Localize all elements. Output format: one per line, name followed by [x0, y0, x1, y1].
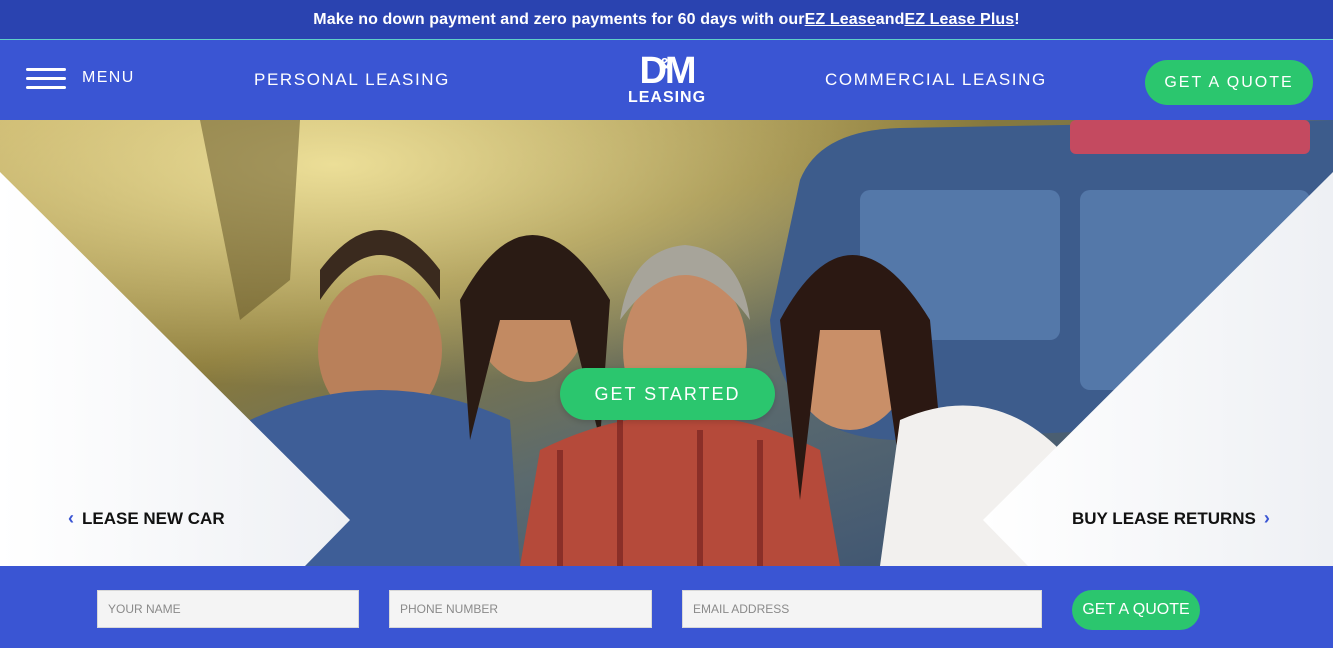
- hamburger-menu-icon: [26, 66, 66, 90]
- quote-form-bar: GET A QUOTE: [0, 566, 1333, 648]
- hero-photo: [0, 120, 1333, 566]
- promo-text-mid: and: [875, 10, 905, 28]
- chevron-left-icon: ‹: [68, 508, 74, 528]
- hero-section: GET STARTED ‹ LEASE NEW CAR BUY LEASE RE…: [0, 120, 1333, 566]
- ez-lease-plus-link[interactable]: EZ Lease Plus: [904, 11, 1014, 29]
- buy-lease-returns-label: BUY LEASE RETURNS: [1072, 508, 1256, 528]
- menu-label: MENU: [82, 69, 135, 86]
- phone-input[interactable]: [389, 590, 652, 628]
- nav-personal-leasing[interactable]: PERSONAL LEASING: [254, 70, 450, 90]
- nav-commercial-leasing[interactable]: COMMERCIAL LEASING: [825, 70, 1047, 90]
- email-input[interactable]: [682, 590, 1042, 628]
- lease-new-car-link[interactable]: ‹ LEASE NEW CAR: [68, 508, 225, 529]
- promo-text-before: Make no down payment and zero payments f…: [313, 10, 805, 28]
- get-started-button[interactable]: GET STARTED: [560, 368, 775, 420]
- nav-get-quote-button[interactable]: GET A QUOTE: [1145, 60, 1313, 105]
- lease-new-car-label: LEASE NEW CAR: [82, 508, 225, 528]
- dm-leasing-logo[interactable]: DM & LEASING: [625, 52, 709, 108]
- ez-lease-link[interactable]: EZ Lease: [805, 11, 876, 29]
- promo-banner: Make no down payment and zero payments f…: [0, 0, 1333, 40]
- name-input[interactable]: [97, 590, 359, 628]
- promo-text-after: !: [1014, 10, 1020, 28]
- buy-lease-returns-link[interactable]: BUY LEASE RETURNS ›: [1072, 508, 1270, 529]
- chevron-right-icon: ›: [1263, 508, 1270, 528]
- logo-ampersand: &: [659, 56, 671, 73]
- menu-toggle[interactable]: MENU: [26, 66, 135, 90]
- form-get-quote-button[interactable]: GET A QUOTE: [1072, 590, 1200, 630]
- main-nav: MENU PERSONAL LEASING DM & LEASING COMME…: [0, 40, 1333, 120]
- logo-leasing: LEASING: [627, 89, 707, 106]
